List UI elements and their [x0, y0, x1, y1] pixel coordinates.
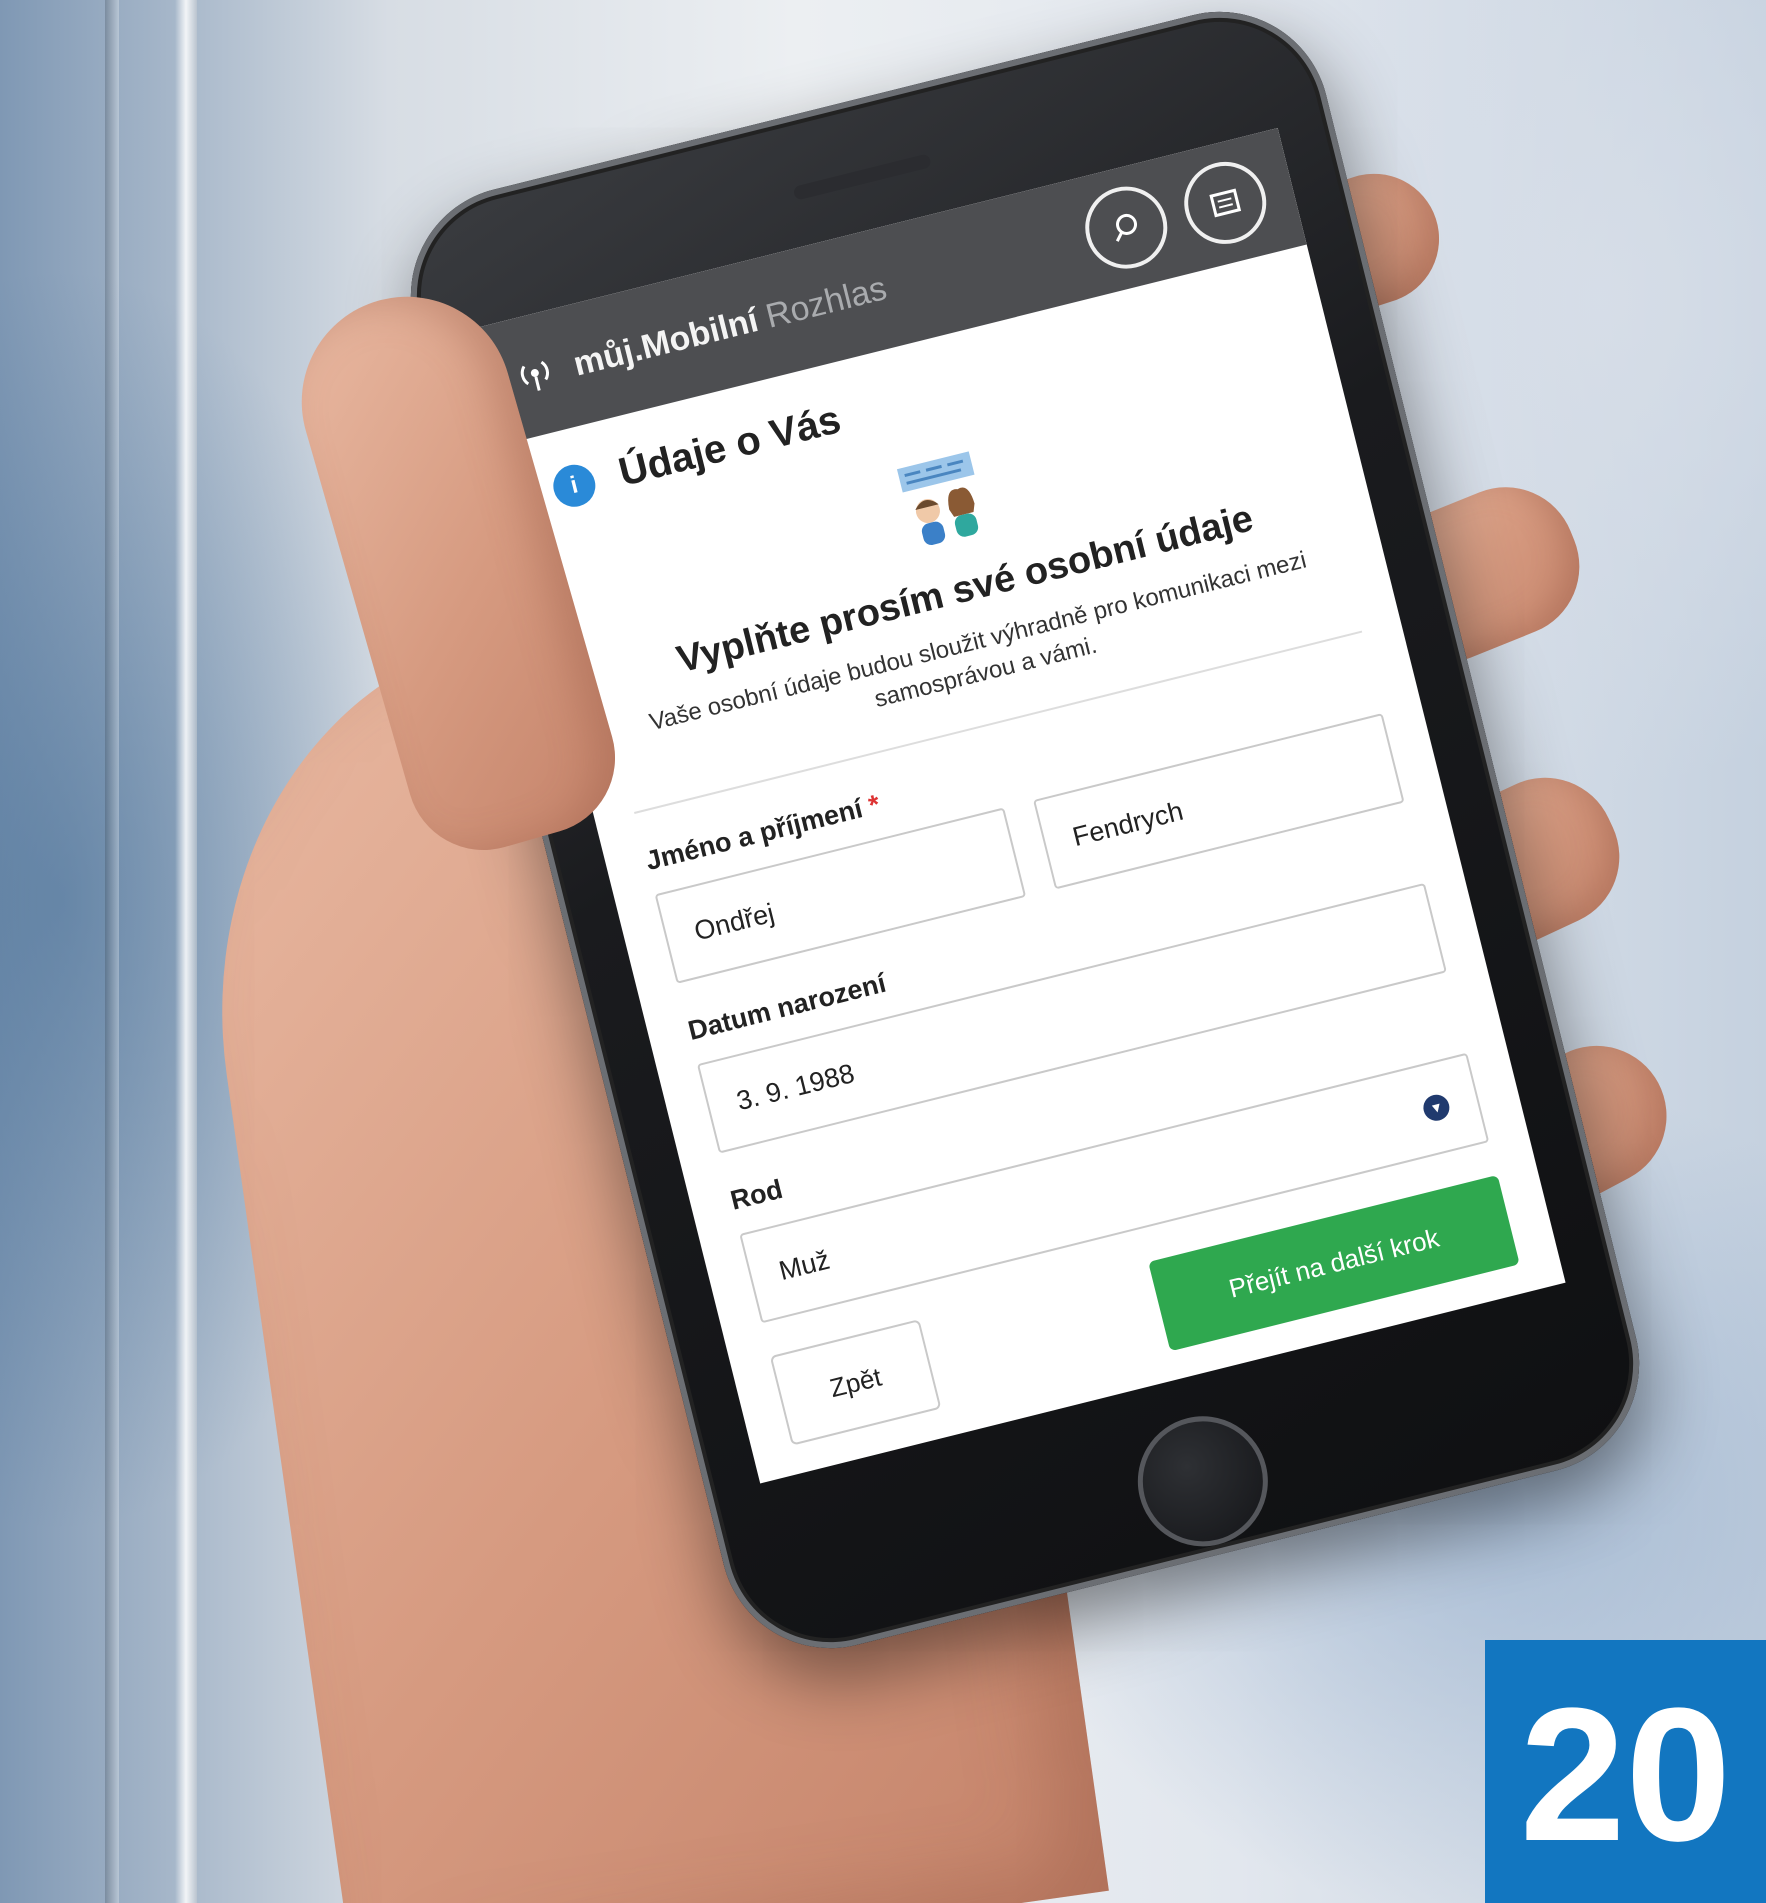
- phone-speaker: [792, 153, 932, 201]
- people-icon: [896, 451, 979, 545]
- magazine-page-edge: [175, 0, 197, 1903]
- back-button[interactable]: Zpět: [769, 1319, 942, 1446]
- brand-bold: můj.Mobilní: [569, 300, 762, 384]
- required-mark: *: [865, 788, 883, 821]
- menu-icon: [1209, 188, 1242, 218]
- magazine-gutter-shadow: [105, 0, 119, 1903]
- page-number-badge: 20: [1485, 1640, 1766, 1903]
- home-button[interactable]: [1124, 1402, 1282, 1561]
- menu-button[interactable]: [1175, 153, 1275, 253]
- search-button[interactable]: [1076, 177, 1176, 278]
- form-content: i Údaje o Vás Vyplňte prosím své osobní …: [501, 244, 1558, 1455]
- brand-light: Rozhlas: [761, 268, 891, 336]
- radio-antenna-icon: [520, 360, 549, 391]
- chevron-down-icon: ▾: [1420, 1091, 1453, 1124]
- user-icon: i: [548, 459, 600, 511]
- search-icon: [1115, 213, 1138, 242]
- section-title: Údaje o Vás: [614, 397, 846, 495]
- gender-value: Muž: [775, 1244, 833, 1286]
